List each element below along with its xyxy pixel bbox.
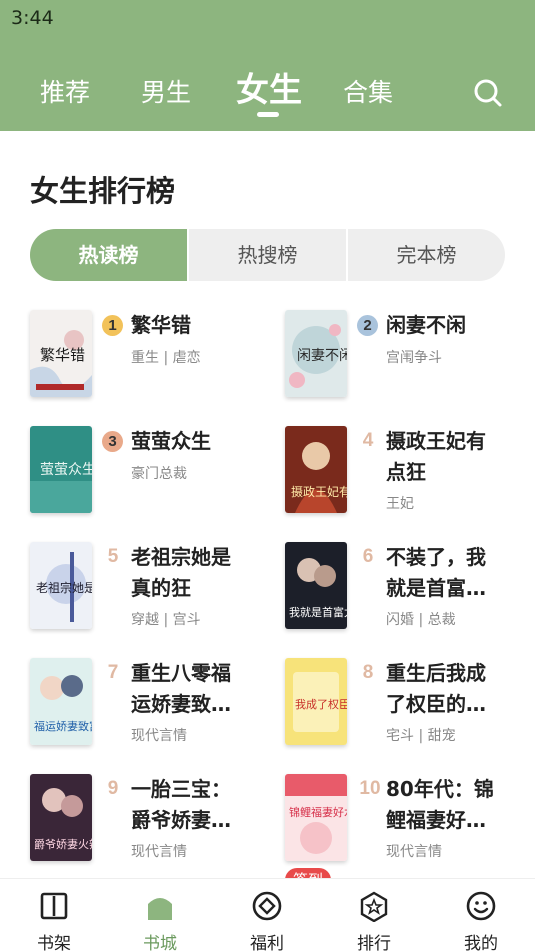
- book-cover: 摄政王妃有点狂: [285, 426, 347, 513]
- book-tags: 现代言情: [131, 728, 187, 744]
- svg-text:闲妻不闲: 闲妻不闲: [297, 348, 347, 364]
- book-tags: 现代言情: [386, 844, 442, 860]
- rank-number: 4: [362, 430, 374, 451]
- gift-icon: [252, 891, 282, 921]
- rank-medal-bronze: 3: [102, 431, 123, 452]
- book-item[interactable]: 老祖宗她是真的狂 5 老祖宗她是真的狂 穿越 | 宫斗: [30, 542, 270, 642]
- nav-mine[interactable]: 我的: [441, 879, 521, 951]
- nav-label: 我的: [464, 934, 498, 951]
- book-item[interactable]: 我成了权臣的娇 8 重生后我成了权臣的… 宅斗 | 甜宠: [285, 658, 525, 758]
- nav-bookstore[interactable]: 书城: [120, 879, 200, 951]
- book-title: 摄政王妃有点狂: [386, 429, 486, 484]
- book-cover: 繁华错: [30, 310, 92, 397]
- book-cover: 闲妻不闲: [285, 310, 347, 397]
- tab-recommend[interactable]: 推荐: [40, 70, 90, 116]
- svg-text:爵爷娇妻火辣辣: 爵爷娇妻火辣辣: [34, 837, 92, 851]
- book-tags: 宫闱争斗: [386, 350, 442, 366]
- book-title: 老祖宗她是真的狂: [131, 545, 231, 600]
- segment-completed[interactable]: 完本榜: [348, 229, 505, 281]
- svg-text:萤萤众生: 萤萤众生: [40, 462, 92, 478]
- book-tags: 现代言情: [131, 844, 187, 860]
- book-cover: 福运娇妻致富忙: [30, 658, 92, 745]
- book-title: 不装了，我就是首富…: [386, 545, 486, 600]
- store-icon: [148, 898, 172, 920]
- book-cover: 我就是首富太太: [285, 542, 347, 629]
- book-item[interactable]: 我就是首富太太 6 不装了，我就是首富… 闪婚 | 总裁: [285, 542, 525, 642]
- book-item[interactable]: 爵爷娇妻火辣辣 9 一胎三宝：爵爷娇妻… 现代言情: [30, 774, 270, 874]
- segment-hot-read[interactable]: 热读榜: [30, 229, 187, 281]
- book-cover: 萤萤众生: [30, 426, 92, 513]
- nav-ranking[interactable]: 排行: [334, 879, 414, 951]
- book-item[interactable]: 闲妻不闲 2 闲妻不闲 宫闱争斗: [285, 310, 525, 410]
- smiley-icon: [466, 891, 496, 921]
- nav-welfare[interactable]: 福利: [227, 879, 307, 951]
- svg-text:我就是首富太太: 我就是首富太太: [289, 605, 347, 619]
- book-title: 重生八零福运娇妻致…: [131, 661, 231, 716]
- book-item[interactable]: 萤萤众生 3 萤萤众生 豪门总裁: [30, 426, 270, 526]
- rank-number: 10: [359, 778, 381, 799]
- svg-text:摄政王妃有点狂: 摄政王妃有点狂: [291, 484, 347, 499]
- book-title: 闲妻不闲: [386, 313, 466, 337]
- svg-text:我成了权臣的娇: 我成了权臣的娇: [295, 697, 347, 711]
- rank-medal-silver: 2: [357, 315, 378, 336]
- rank-number: 7: [107, 662, 119, 683]
- ranking-segment-control: 热读榜 热搜榜 完本榜: [30, 229, 505, 281]
- book-title: 80年代：锦鲤福妻好…: [386, 777, 494, 832]
- book-tags: 王妃: [386, 496, 414, 512]
- nav-label: 福利: [250, 934, 284, 951]
- active-tab-indicator: [257, 112, 279, 117]
- nav-label: 书架: [37, 934, 71, 951]
- rank-medal-gold: 1: [102, 315, 123, 336]
- rank-number: 5: [107, 546, 119, 567]
- book-title: 重生后我成了权臣的…: [386, 661, 486, 716]
- book-title: 繁华错: [131, 313, 191, 337]
- rank-number: 9: [107, 778, 119, 799]
- svg-text:福运娇妻致富忙: 福运娇妻致富忙: [34, 719, 92, 733]
- book-tags: 重生 | 虐恋: [131, 350, 201, 366]
- svg-text:老祖宗她是真的狂: 老祖宗她是真的狂: [36, 580, 92, 595]
- svg-text:锦鲤福妻好水嫩: 锦鲤福妻好水嫩: [289, 805, 347, 819]
- tab-female[interactable]: 女生: [236, 67, 302, 113]
- svg-text:繁华错: 繁华错: [40, 346, 85, 364]
- book-item[interactable]: 锦鲤福妻好水嫩 10 80年代：锦鲤福妻好… 现代言情: [285, 774, 525, 874]
- book-cover: 我成了权臣的娇: [285, 658, 347, 745]
- book-item[interactable]: 繁华错 1 繁华错 重生 | 虐恋: [30, 310, 270, 410]
- book-tags: 穿越 | 宫斗: [131, 612, 201, 628]
- rank-number: 8: [362, 662, 374, 683]
- rank-star-icon: [360, 891, 388, 922]
- book-item[interactable]: 福运娇妻致富忙 7 重生八零福运娇妻致… 现代言情: [30, 658, 270, 758]
- tab-collection[interactable]: 合集: [343, 70, 393, 116]
- book-item[interactable]: 摄政王妃有点狂 4 摄政王妃有点狂 王妃: [285, 426, 525, 526]
- book-title: 萤萤众生: [131, 429, 211, 453]
- segment-hot-search[interactable]: 热搜榜: [189, 229, 346, 281]
- nav-label: 排行: [357, 934, 391, 951]
- book-cover: 锦鲤福妻好水嫩: [285, 774, 347, 861]
- book-cover: 老祖宗她是真的狂: [30, 542, 92, 629]
- bottom-navigation: 书架 书城 福利 排行 我的: [0, 878, 535, 951]
- rank-number: 6: [362, 546, 374, 567]
- nav-bookshelf[interactable]: 书架: [14, 879, 94, 951]
- book-tags: 闪婚 | 总裁: [386, 612, 456, 628]
- book-icon: [40, 892, 68, 920]
- book-title: 一胎三宝：爵爷娇妻…: [131, 777, 231, 832]
- status-time: 3:44: [11, 7, 54, 29]
- book-cover: 爵爷娇妻火辣辣: [30, 774, 92, 861]
- search-icon: [474, 79, 502, 107]
- nav-label: 书城: [143, 934, 177, 951]
- page-title: 女生排行榜: [30, 174, 176, 208]
- search-button[interactable]: [472, 77, 504, 109]
- book-tags: 豪门总裁: [131, 466, 187, 482]
- tab-male[interactable]: 男生: [141, 70, 191, 116]
- book-tags: 宅斗 | 甜宠: [386, 728, 456, 744]
- header-bar: 3:44 推荐 男生 女生 合集: [0, 0, 535, 131]
